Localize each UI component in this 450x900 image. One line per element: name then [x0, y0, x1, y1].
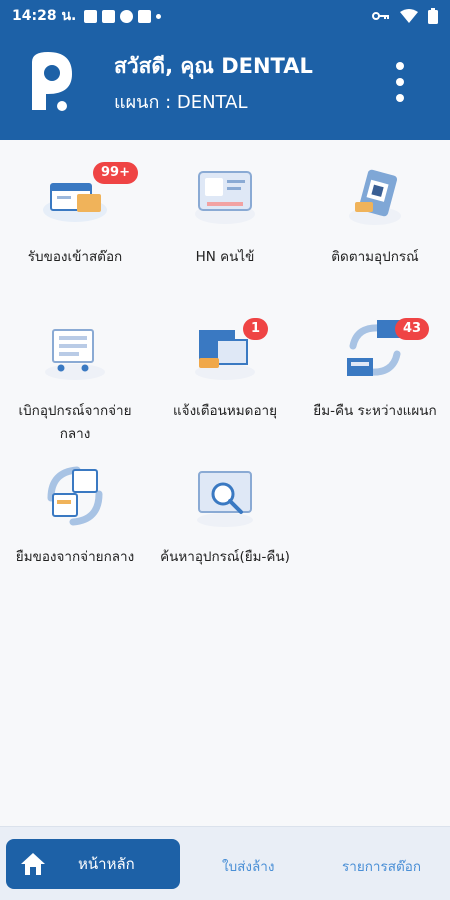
image-icon — [84, 9, 98, 23]
menu-patient-hn[interactable]: HN คนไข้ — [150, 158, 300, 269]
nav-stock-list[interactable]: รายการสต๊อก — [342, 855, 421, 877]
status-right-icons — [372, 8, 438, 24]
shield-icon — [102, 9, 116, 23]
status-bar: 14:28 น. — [0, 0, 450, 32]
security-icon — [120, 9, 134, 23]
wifi-icon — [400, 9, 418, 23]
menu-label: เบิกอุปกรณ์จากจ่ายกลาง — [18, 403, 132, 442]
receive-stock-badge: 99+ — [93, 162, 138, 184]
menu-search-equipment[interactable]: ค้นหาอุปกรณ์(ยืม-คืน) — [150, 458, 300, 569]
app-header: สวัสดี, คุณ DENTAL แผนก : DENTAL — [0, 32, 450, 140]
patient-record-icon — [195, 171, 255, 224]
menu-label: ยืม-คืน ระหว่างแผนก — [313, 403, 437, 419]
status-time: 14:28 น. — [12, 8, 77, 24]
menu-borrow-central[interactable]: ยืมของจากจ่ายกลาง — [0, 458, 150, 569]
nav-wash-slip[interactable]: ใบส่งล้าง — [222, 855, 274, 877]
nav-home-label: หน้าหลัก — [78, 855, 135, 873]
menu-label: แจ้งเตือนหมดอายุ — [172, 403, 278, 419]
bottom-navigation: หน้าหลัก ใบส่งล้าง รายการสต๊อก — [0, 826, 450, 900]
more-menu-icon[interactable] — [388, 62, 412, 102]
menu-label: ค้นหาอุปกรณ์(ยืม-คืน) — [160, 549, 290, 565]
borrow-documents-icon — [47, 466, 103, 526]
menu-label: ยืมของจากจ่ายกลาง — [15, 549, 135, 565]
menu-label: รับของเข้าสต๊อก — [27, 249, 123, 265]
menu-label: ติดตามอุปกรณ์ — [331, 249, 419, 265]
menu-expiry-alert[interactable]: 1 แจ้งเตือนหมดอายุ — [150, 312, 300, 423]
greeting-title: สวัสดี, คุณ DENTAL — [114, 54, 313, 78]
home-icon — [21, 853, 45, 875]
qr-tag-icon — [349, 169, 401, 225]
menu-grid: 99+ รับของเข้าสต๊อก HN คนไข้ ติดตามอุปกร… — [0, 140, 450, 826]
key-icon — [372, 12, 389, 20]
department-label: แผนก : DENTAL — [114, 92, 248, 113]
app-logo-icon — [32, 52, 72, 111]
nav-home-button[interactable]: หน้าหลัก — [6, 839, 180, 889]
expiry-alert-badge: 1 — [243, 318, 269, 340]
menu-borrow-return-dept[interactable]: 43 ยืม-คืน ระหว่างแผนก — [300, 312, 450, 423]
cart-withdraw-icon — [45, 329, 105, 380]
menu-label: HN คนไข้ — [195, 249, 255, 265]
battery-icon — [428, 8, 438, 24]
status-icons — [84, 9, 162, 23]
menu-receive-stock[interactable]: 99+ รับของเข้าสต๊อก — [0, 158, 150, 269]
search-equipment-icon — [197, 471, 253, 527]
menu-track-equipment[interactable]: ติดตามอุปกรณ์ — [300, 158, 450, 269]
borrow-return-badge: 43 — [395, 318, 430, 340]
vpn-icon — [138, 9, 152, 23]
menu-withdraw-central[interactable]: เบิกอุปกรณ์จากจ่ายกลาง — [0, 312, 150, 446]
notification-dot-icon — [156, 13, 162, 19]
